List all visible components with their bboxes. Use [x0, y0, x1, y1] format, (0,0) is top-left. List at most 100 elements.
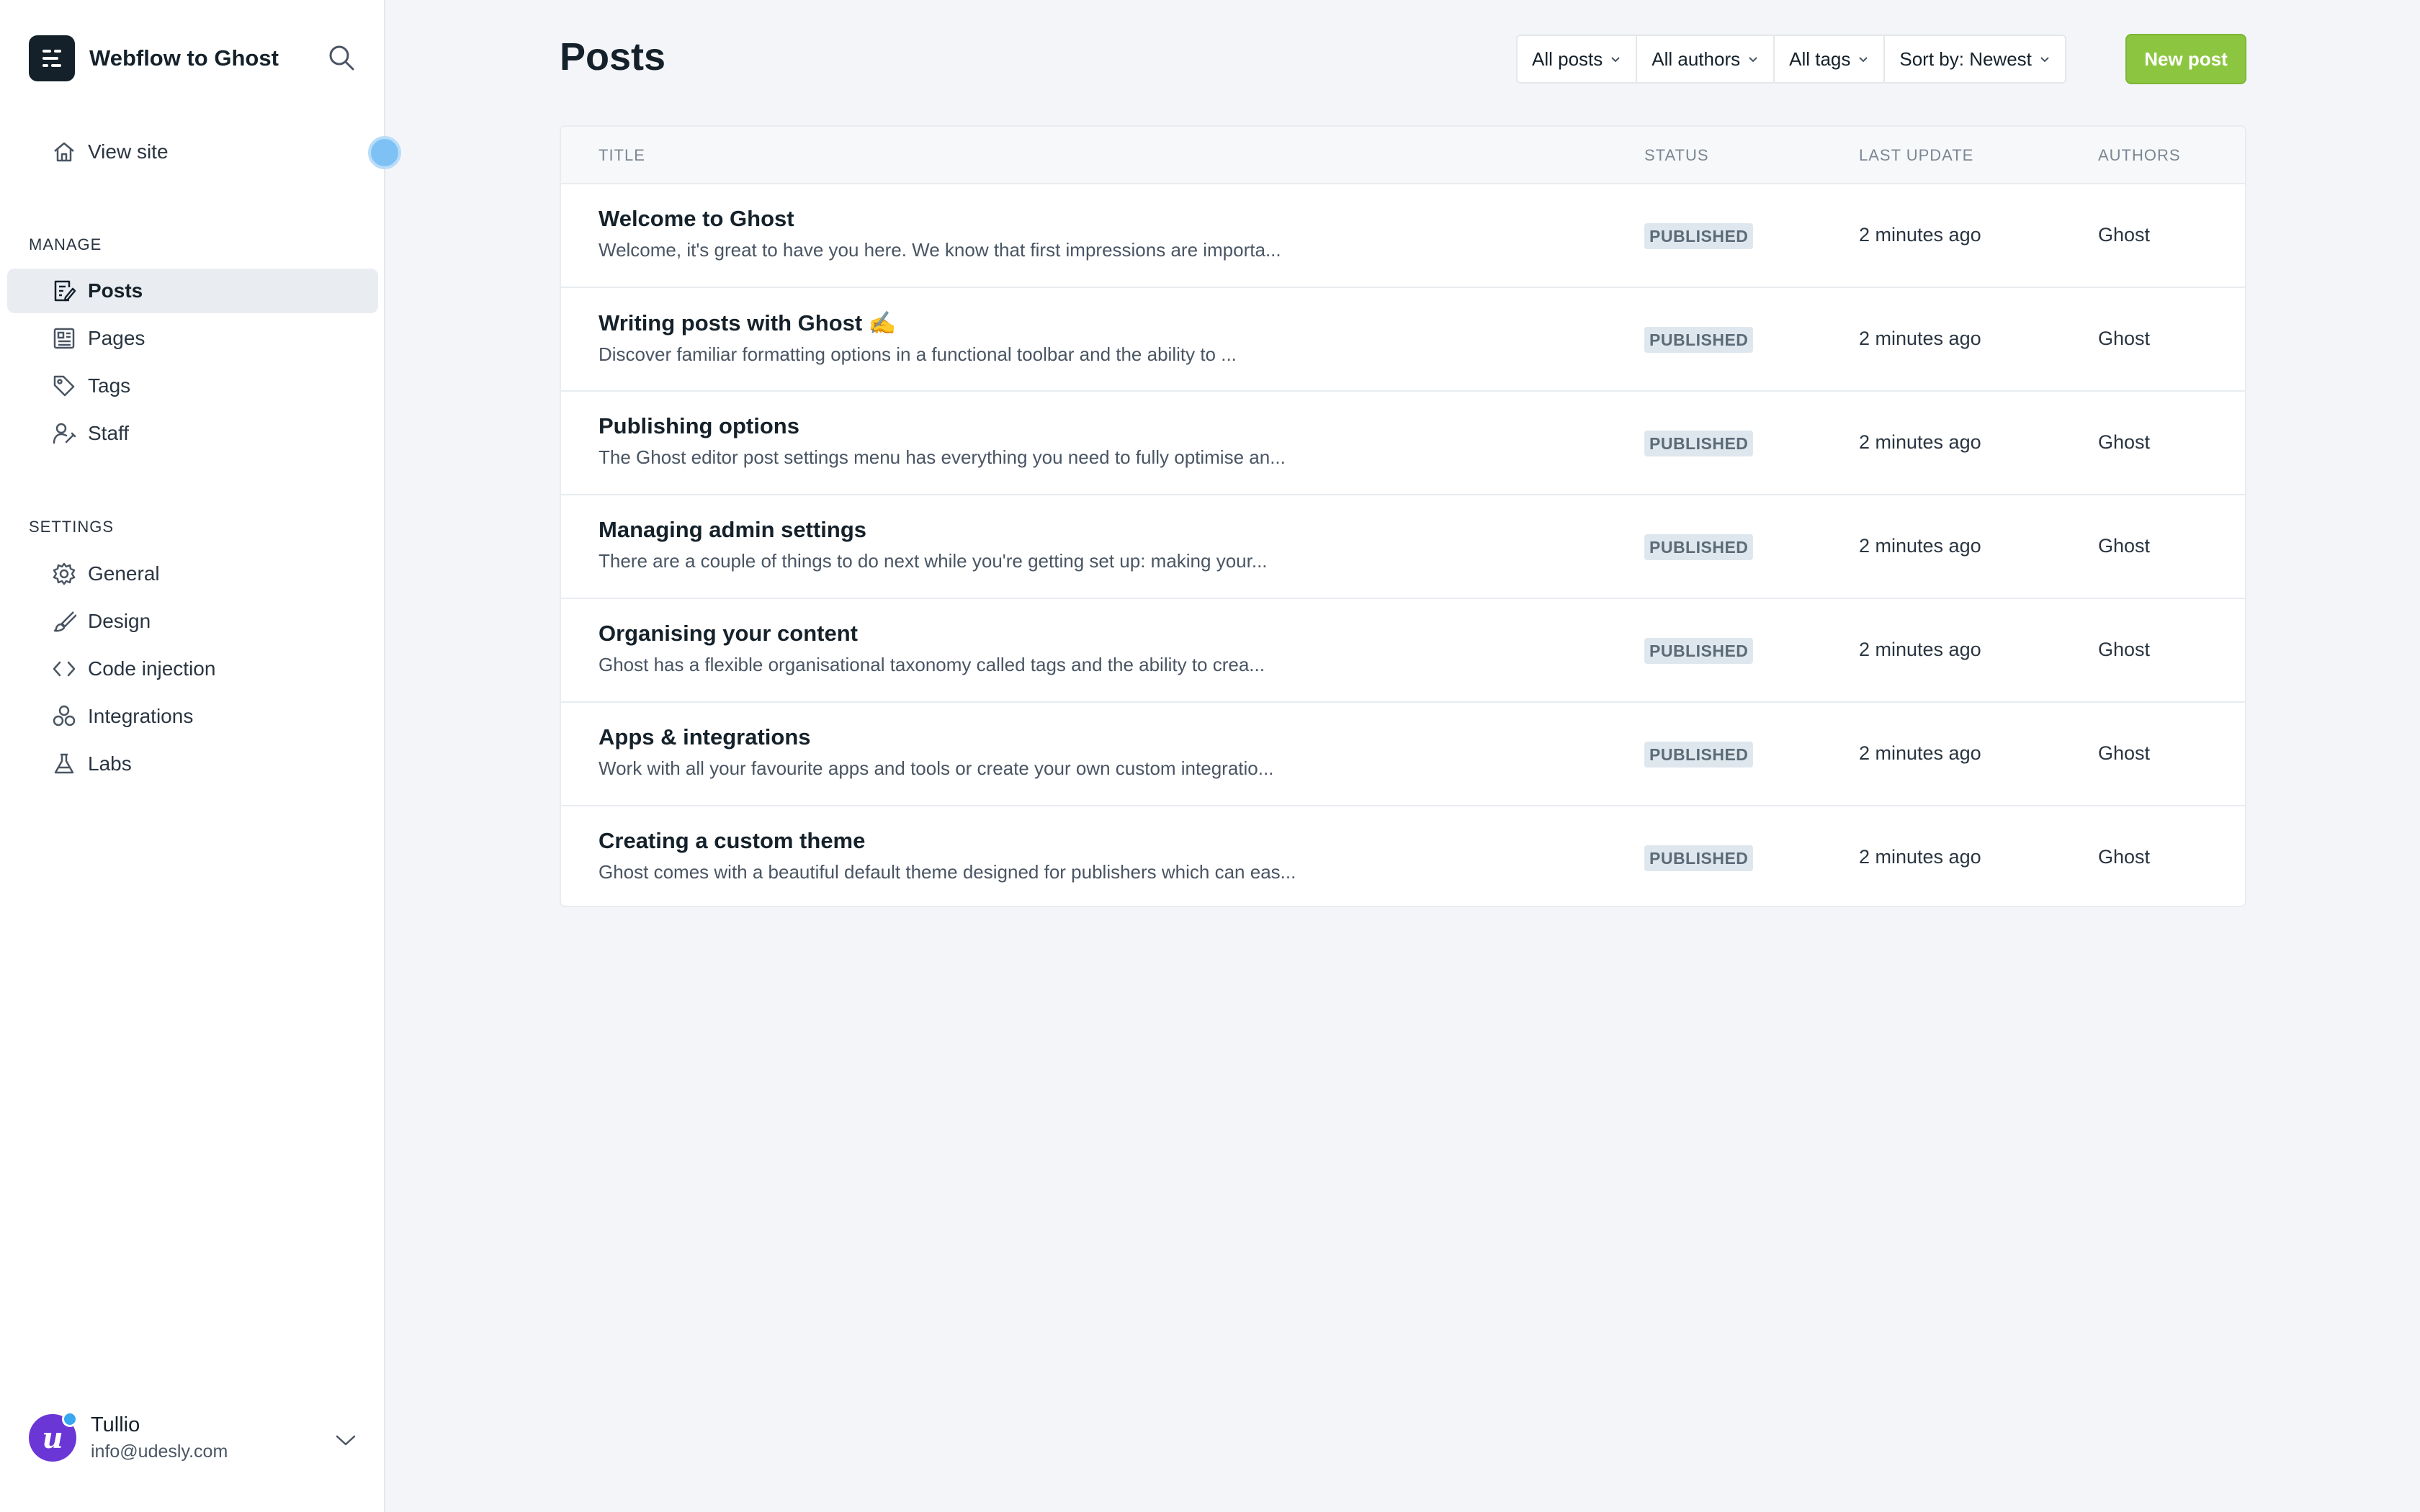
manage-section-label: MANAGE [29, 235, 102, 253]
post-author: Ghost [2098, 846, 2151, 868]
post-title: Managing admin settings [599, 517, 867, 542]
table-header: TITLE STATUS LAST UPDATE AUTHORS [561, 127, 2245, 184]
status-badge: PUBLISHED [1644, 742, 1754, 768]
table-row[interactable]: Organising your content Ghost has a flexi… [561, 599, 2245, 703]
post-excerpt: Discover familiar formatting options in … [599, 343, 1237, 365]
filter-label: All tags [1789, 48, 1851, 70]
last-update: 2 minutes ago [1859, 742, 1981, 764]
table-row[interactable]: Managing admin settings There are a coupl… [561, 495, 2245, 599]
post-author: Ghost [2098, 224, 2151, 246]
search-icon[interactable] [326, 42, 359, 75]
chevron-down-icon [1859, 57, 1868, 63]
user-email: info@udesly.com [91, 1441, 228, 1462]
status-badge: PUBLISHED [1644, 638, 1754, 664]
last-update: 2 minutes ago [1859, 328, 1981, 349]
site-title: Webflow to Ghost [89, 45, 279, 71]
post-title: Organising your content [599, 621, 858, 646]
posts-table: TITLE STATUS LAST UPDATE AUTHORS Welcome… [560, 125, 2246, 907]
status-badge: PUBLISHED [1644, 845, 1754, 871]
sidebar-item-label: Pages [88, 327, 145, 349]
brand[interactable]: Webflow to Ghost [29, 35, 279, 81]
last-update: 2 minutes ago [1859, 535, 1981, 557]
post-title: Apps & integrations [599, 724, 811, 750]
filter-sort[interactable]: Sort by: Newest [1885, 36, 2065, 82]
tag-icon [52, 374, 76, 398]
sidebar-item-labs[interactable]: Labs [7, 742, 378, 786]
filter-all-authors[interactable]: All authors [1637, 36, 1775, 82]
sidebar-item-label: Integrations [88, 705, 194, 727]
main-content: Posts All posts All authors All tags Sor… [385, 0, 2420, 1512]
sidebar-item-label: Design [88, 610, 151, 632]
page-title: Posts [560, 35, 666, 78]
post-excerpt: The Ghost editor post settings menu has … [599, 446, 1286, 468]
post-filters: All posts All authors All tags Sort by: … [1516, 35, 2066, 84]
sidebar-item-pages[interactable]: Pages [7, 316, 378, 361]
sidebar-item-general[interactable]: General [7, 552, 378, 596]
sidebar-item-design[interactable]: Design [7, 599, 378, 644]
last-update: 2 minutes ago [1859, 224, 1981, 246]
post-excerpt: Ghost comes with a beautiful default the… [599, 861, 1296, 883]
status-badge: PUBLISHED [1644, 534, 1754, 560]
flask-icon [52, 752, 76, 776]
user-menu[interactable]: u Tullio info@udesly.com [29, 1411, 228, 1462]
status-badge: PUBLISHED [1644, 431, 1754, 456]
post-title: Creating a custom theme [599, 828, 866, 853]
sidebar-item-staff[interactable]: Staff [7, 411, 378, 456]
brush-icon [52, 609, 77, 634]
chevron-down-icon [1749, 57, 1757, 63]
chevron-down-icon[interactable] [333, 1431, 359, 1449]
sidebar-item-tags[interactable]: Tags [7, 364, 378, 408]
gear-icon [52, 562, 76, 586]
sidebar-item-integrations[interactable]: Integrations [7, 694, 378, 739]
table-row[interactable]: Apps & integrations Work with all your fa… [561, 703, 2245, 806]
sidebar-item-code-injection[interactable]: Code injection [7, 647, 378, 691]
header-title: TITLE [599, 146, 645, 164]
sidebar-item-label: Labs [88, 752, 132, 775]
table-row[interactable]: Publishing options The Ghost editor post … [561, 392, 2245, 495]
header-last-update: LAST UPDATE [1859, 146, 1974, 164]
sidebar-item-label: Staff [88, 422, 130, 444]
sidebar: Webflow to Ghost View site MANAGE Posts … [0, 0, 401, 1512]
pages-icon [52, 326, 76, 351]
post-excerpt: Work with all your favourite apps and to… [599, 757, 1274, 779]
filter-label: All authors [1652, 48, 1741, 70]
post-author: Ghost [2098, 431, 2151, 453]
staff-icon [52, 421, 76, 446]
last-update: 2 minutes ago [1859, 639, 1981, 660]
filter-all-posts[interactable]: All posts [1518, 36, 1638, 82]
sidebar-item-label: General [88, 562, 160, 585]
avatar: u [29, 1411, 78, 1462]
table-row[interactable]: Writing posts with Ghost ✍️ Discover fami… [561, 288, 2245, 392]
post-excerpt: Welcome, it's great to have you here. We… [599, 239, 1281, 261]
table-row[interactable]: Welcome to Ghost Welcome, it's great to h… [561, 184, 2245, 288]
filter-label: All posts [1532, 48, 1603, 70]
table-row[interactable]: Creating a custom theme Ghost comes with … [561, 806, 2245, 906]
view-site-link[interactable]: View site [7, 130, 378, 174]
chevron-down-icon [1611, 57, 1620, 63]
settings-section-label: SETTINGS [29, 518, 115, 536]
post-author: Ghost [2098, 535, 2151, 557]
code-icon [52, 657, 76, 681]
status-badge: PUBLISHED [1644, 223, 1754, 249]
last-update: 2 minutes ago [1859, 431, 1981, 453]
post-author: Ghost [2098, 742, 2151, 764]
view-site-label: View site [88, 140, 169, 163]
filter-label: Sort by: Newest [1899, 48, 2032, 70]
post-author: Ghost [2098, 639, 2151, 660]
status-badge: PUBLISHED [1644, 327, 1754, 353]
post-title: Writing posts with Ghost ✍️ [599, 310, 897, 336]
post-excerpt: Ghost has a flexible organisational taxo… [599, 654, 1265, 675]
new-post-button[interactable]: New post [2125, 34, 2246, 84]
sidebar-item-label: Tags [88, 374, 131, 397]
post-title: Welcome to Ghost [599, 206, 794, 231]
integrations-icon [52, 704, 76, 729]
last-update: 2 minutes ago [1859, 846, 1981, 868]
sidebar-item-posts[interactable]: Posts [7, 269, 378, 313]
chevron-down-icon [2040, 57, 2049, 63]
post-excerpt: There are a couple of things to do next … [599, 550, 1268, 572]
online-status-dot [62, 1411, 78, 1427]
filter-all-tags[interactable]: All tags [1775, 36, 1886, 82]
posts-icon [52, 279, 76, 303]
app: Webflow to Ghost View site MANAGE Posts … [0, 0, 2420, 1512]
sidebar-item-label: Posts [88, 279, 143, 302]
